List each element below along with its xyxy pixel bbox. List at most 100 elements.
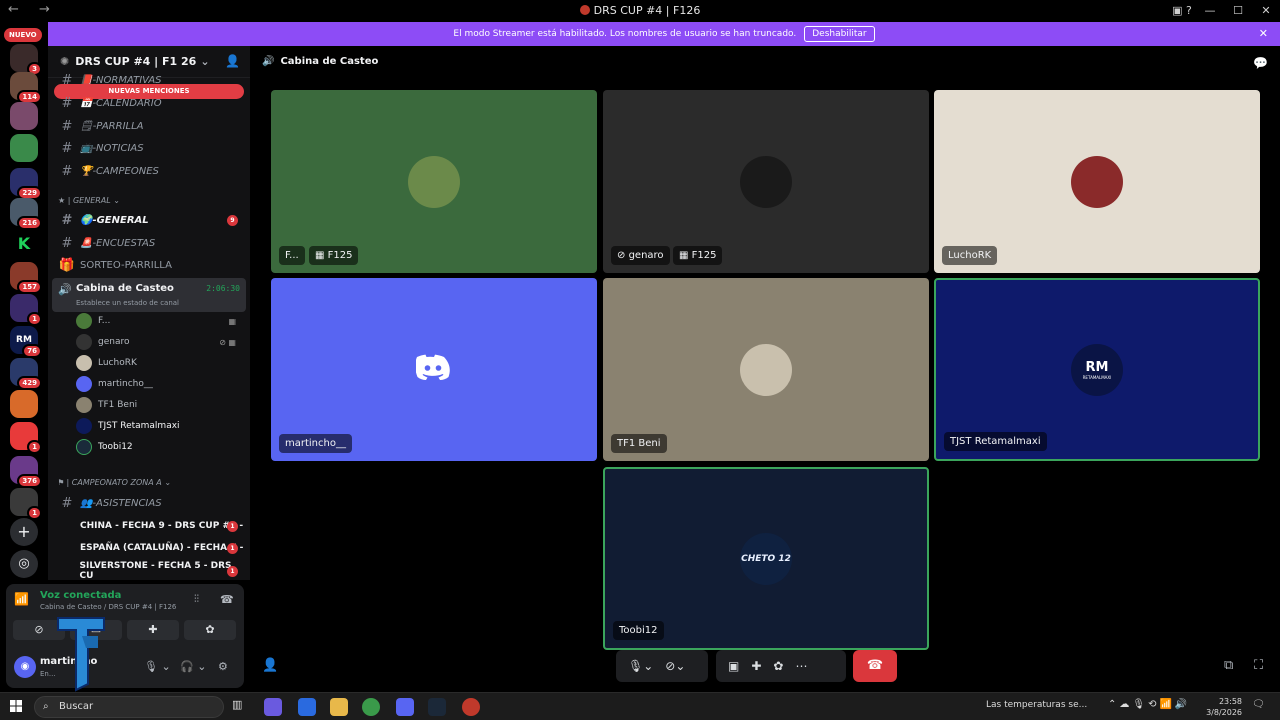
voice-connected-sub[interactable]: Cabina de Casteo / DRS CUP #4 | F126 — [40, 603, 176, 611]
avatar: RM RETAMALMAXI — [1071, 343, 1123, 396]
server-icon[interactable] — [10, 102, 38, 130]
disable-streamer-button[interactable]: Deshabilitar — [804, 26, 875, 42]
participant-tile[interactable]: F... ▦ F125 — [271, 90, 597, 273]
store-icon[interactable] — [298, 698, 316, 716]
thread-espana[interactable]: ESPAÑA (CATALUÑA) - FECHA 7 -1 — [54, 538, 244, 558]
category-general[interactable]: ★ | GENERAL ⌄ — [58, 196, 120, 205]
soundboard-button[interactable]: ✿ — [184, 620, 236, 640]
voice-user[interactable]: F... ▦ — [76, 312, 240, 330]
channel-sorteo-parrilla[interactable]: 🎁 SORTEO-PARRILLA — [54, 255, 244, 275]
fullscreen-icon[interactable]: ⛶ — [1254, 658, 1263, 673]
participant-tile[interactable]: TF1 Beni — [603, 278, 929, 461]
server-icon[interactable]: 229 — [10, 168, 42, 200]
voice-user[interactable]: martincho__ — [76, 375, 240, 393]
server-icon[interactable]: 429 — [10, 358, 42, 390]
chat-bubble-icon[interactable]: 💬 — [1253, 56, 1268, 70]
signal-icon[interactable]: 📶 — [14, 592, 34, 612]
microphone-icon[interactable]: 🎙 ⌄ — [144, 660, 171, 673]
thread-silverstone[interactable]: SILVERSTONE - FECHA 5 - DRS CU 1 — [54, 561, 244, 580]
screen-share-icon[interactable]: ▣ — [728, 659, 739, 673]
unread-badge: 9 — [227, 215, 238, 226]
hash-icon: # — [61, 235, 73, 251]
task-view-icon[interactable]: ▥ — [232, 698, 250, 716]
voice-timer: 2:06:30 — [206, 284, 240, 293]
server-icon[interactable] — [10, 134, 38, 162]
activities-button[interactable]: ✚ — [127, 620, 179, 640]
server-icon[interactable] — [10, 390, 38, 418]
server-badge: 429 — [17, 376, 42, 390]
search-icon: ⌕ — [43, 701, 49, 712]
disconnect-icon[interactable]: ☎ — [220, 593, 234, 606]
microphone-icon[interactable]: 🎙⌄ — [628, 659, 653, 673]
clock[interactable]: 23:58 3/8/2026 — [1204, 696, 1242, 718]
system-tray-icons[interactable]: ⌃☁🎙⟲📶🔊 — [1108, 699, 1190, 710]
headset-icon[interactable]: 🎧 ⌄ — [180, 660, 206, 673]
participant-tile[interactable]: CHETO 12 Toobi12 — [603, 467, 929, 650]
windows-start-icon[interactable] — [10, 700, 22, 712]
discover-icon[interactable]: ◎ — [10, 550, 38, 578]
participant-tile[interactable]: LuchoRK — [934, 90, 1260, 273]
add-server-icon[interactable]: + — [10, 518, 38, 546]
invite-people-icon[interactable]: 👤 — [225, 54, 240, 68]
more-options-icon[interactable]: ⋯ — [795, 659, 807, 673]
channel-asistencias[interactable]: # 👥 -ASISTENCIAS — [54, 493, 244, 513]
discord-taskbar-icon[interactable] — [396, 698, 414, 716]
gift-icon: 🎁 — [58, 257, 76, 273]
participant-tile[interactable]: ⊘ genaro ▦ F125 — [603, 90, 929, 273]
close-button[interactable]: ✕ — [1252, 0, 1280, 22]
steam-icon[interactable] — [428, 698, 446, 716]
activities-icon[interactable]: ✚ — [751, 659, 761, 673]
popout-icon[interactable]: ⧉ — [1224, 658, 1233, 673]
rm-server-icon[interactable]: RM 76 — [10, 326, 42, 358]
add-people-icon[interactable]: 👤 — [262, 658, 278, 673]
camera-off-icon[interactable]: ⊘⌄ — [665, 659, 685, 673]
weather-widget[interactable]: Las temperaturas se... — [986, 700, 1087, 710]
thread-china[interactable]: CHINA - FECHA 9 - DRS CUP #4 -1 — [54, 516, 244, 536]
server-icon[interactable]: 376 — [10, 456, 42, 488]
server-icon[interactable]: 114 — [10, 72, 42, 104]
avatar — [740, 155, 792, 208]
channel-parrilla[interactable]: # 🗒 -PARRILLA — [54, 116, 244, 136]
soundboard-icon[interactable]: ✿ — [773, 659, 783, 673]
participant-tile[interactable]: martincho__ — [271, 278, 597, 461]
voice-user[interactable]: TF1 Beni — [76, 396, 240, 414]
channel-label: -CAMPEONES — [92, 165, 159, 177]
minimize-button[interactable]: — — [1196, 0, 1224, 22]
noise-suppression-icon[interactable]: ⫶⫶ — [194, 594, 199, 605]
voice-user[interactable]: LuchoRK — [76, 354, 240, 372]
voice-user[interactable]: genaro ⊘ ▦ — [76, 333, 240, 351]
kick-icon[interactable]: K — [10, 230, 38, 258]
voice-user[interactable]: TJST Retamalmaxi — [76, 417, 240, 435]
voice-channel-active[interactable]: 🔊 Cabina de Casteo 2:06:30 Establece un … — [52, 278, 246, 312]
settings-gear-icon[interactable]: ⚙ — [218, 660, 228, 673]
app-icon[interactable] — [462, 698, 480, 716]
channel-encuestas[interactable]: # 🚨 -ENCUESTAS — [54, 233, 244, 253]
server-icon[interactable]: 3 — [10, 44, 42, 76]
server-icon[interactable]: 1 — [10, 422, 42, 454]
disconnect-call-button[interactable]: ☎ — [853, 650, 897, 682]
chrome-icon[interactable] — [362, 698, 380, 716]
channel-campeones[interactable]: # 🏆 -CAMPEONES — [54, 161, 244, 181]
voice-user-name: F... — [98, 316, 111, 326]
avatar[interactable]: ◉ — [14, 656, 36, 678]
server-icon[interactable]: 157 — [10, 262, 42, 294]
channel-noticias[interactable]: # 📺 -NOTICIAS — [54, 138, 244, 158]
inbox-help-icons[interactable]: ▣ ? — [1168, 0, 1196, 22]
voice-status-prompt[interactable]: Establece un estado de canal — [76, 299, 179, 307]
category-campeonato-zona-a[interactable]: ⚑ | CAMPEONATO ZONA A ⌄ — [58, 478, 171, 487]
server-icon[interactable]: 1 — [10, 488, 42, 520]
copilot-icon[interactable] — [264, 698, 282, 716]
taskbar-search[interactable]: ⌕ Buscar — [34, 696, 224, 718]
participant-tile[interactable]: RM RETAMALMAXI TJST Retamalmaxi — [934, 278, 1260, 461]
activity-icon: ▦ — [228, 316, 236, 326]
channel-label: CHINA - FECHA 9 - DRS CUP #4 - — [80, 521, 244, 531]
file-explorer-icon[interactable] — [330, 698, 348, 716]
close-banner-icon[interactable]: ✕ — [1259, 27, 1268, 40]
voice-user[interactable]: Toobi12 — [76, 438, 240, 456]
server-icon[interactable]: 216 — [10, 198, 42, 230]
channel-calendario[interactable]: # 📅 -CALENDARIO — [54, 93, 244, 113]
channel-general[interactable]: # 🌍 -GENERAL 9 — [54, 210, 244, 230]
server-icon[interactable]: 1 — [10, 294, 42, 326]
maximize-button[interactable]: ☐ — [1224, 0, 1252, 22]
notifications-icon[interactable]: 🗨 — [1252, 699, 1265, 710]
